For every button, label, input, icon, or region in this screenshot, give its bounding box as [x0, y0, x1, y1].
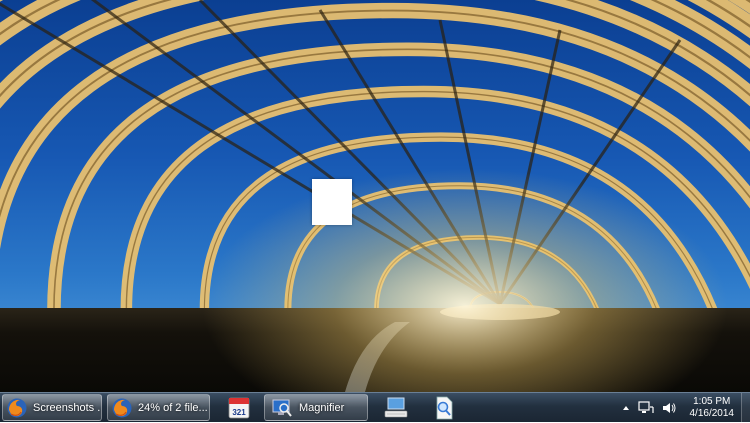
speaker-volume-icon[interactable] — [662, 401, 676, 415]
magnifier-app-icon — [272, 399, 292, 417]
taskbar-button-on-screen-keyboard[interactable] — [377, 394, 415, 421]
taskbar-button-label: 24% of 2 file... — [138, 401, 208, 414]
taskbar-button-label: Magnifier — [299, 401, 345, 414]
taskbar-clock[interactable]: 1:05 PM 4/16/2014 — [690, 396, 735, 420]
taskbar-button-firefox-screenshots[interactable]: Screenshots ... — [2, 394, 102, 421]
firefox-icon — [112, 398, 132, 417]
desktop-wallpaper — [0, 0, 750, 392]
taskbar-button-magnifier[interactable]: Magnifier — [264, 394, 368, 421]
calendar-321-icon: 321 — [228, 397, 250, 418]
taskbar-button-media-player[interactable]: 321 — [220, 394, 258, 421]
clock-time: 1:05 PM — [693, 396, 731, 407]
computer-keyboard-icon — [384, 397, 408, 417]
taskbar: Screenshots ... 24% of 2 file... 321 Mag… — [0, 392, 750, 423]
chevron-up-icon[interactable] — [622, 404, 630, 412]
taskbar-button-label: Screenshots ... — [33, 401, 102, 414]
magnifier-lens[interactable] — [312, 179, 352, 225]
firefox-icon — [7, 398, 27, 417]
taskbar-button-magnifier-document[interactable] — [425, 394, 463, 421]
clock-date: 4/16/2014 — [689, 408, 735, 419]
calendar-321-icon-text: 321 — [232, 408, 246, 417]
taskbar-button-firefox-download[interactable]: 24% of 2 file... — [107, 394, 210, 421]
system-tray: 1:05 PM 4/16/2014 — [618, 393, 741, 423]
network-icon[interactable] — [637, 401, 654, 415]
show-desktop-button[interactable] — [741, 393, 750, 423]
tunnel-arches-image — [0, 0, 750, 392]
magnifier-document-icon — [436, 396, 453, 419]
